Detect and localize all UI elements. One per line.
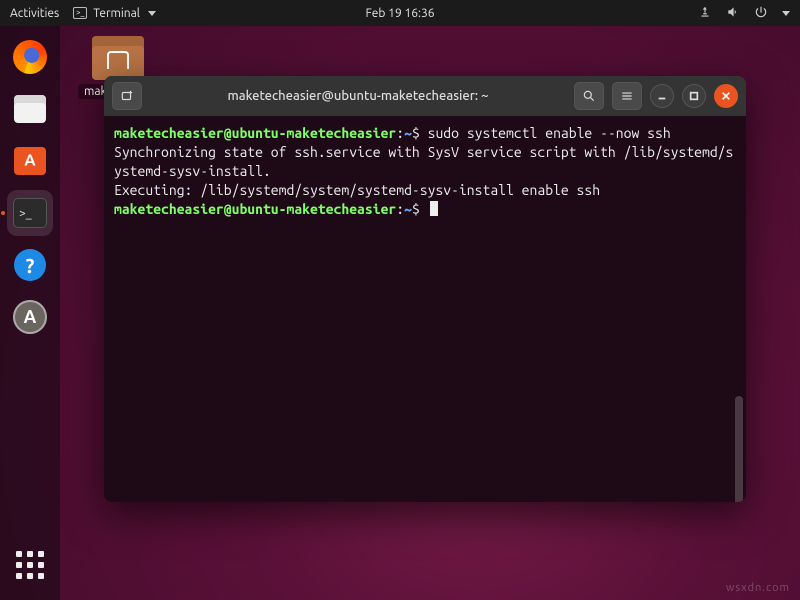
command-1: sudo systemctl enable --now ssh	[428, 125, 671, 141]
hamburger-icon	[620, 89, 634, 103]
new-tab-button[interactable]	[112, 82, 142, 110]
dock-software[interactable]	[7, 138, 53, 184]
search-button[interactable]	[574, 82, 604, 110]
prompt-colon: :	[396, 201, 404, 217]
prompt-at: @	[224, 125, 232, 141]
clock[interactable]: Feb 19 16:36	[365, 7, 434, 20]
maximize-button[interactable]	[682, 84, 706, 108]
scrollbar[interactable]	[735, 396, 743, 502]
close-icon	[721, 91, 731, 101]
top-bar: Activities >_ Terminal Feb 19 16:36	[0, 0, 800, 26]
window-title: maketecheasier@ubuntu-maketecheasier: ~	[150, 89, 566, 103]
terminal-window: maketecheasier@ubuntu-maketecheasier: ~ …	[104, 76, 746, 502]
dock-files[interactable]	[7, 86, 53, 132]
software-updater-icon: A	[13, 300, 47, 334]
prompt-host: ubuntu-maketecheasier	[232, 125, 397, 141]
firefox-icon	[13, 40, 47, 74]
activities-button[interactable]: Activities	[10, 7, 59, 20]
dock: >_ ? A	[0, 26, 60, 600]
files-icon	[14, 95, 46, 123]
app-indicator-label: Terminal	[93, 7, 140, 20]
prompt-path: ~	[404, 201, 412, 217]
dock-updater[interactable]: A	[7, 294, 53, 340]
maximize-icon	[689, 91, 699, 101]
terminal-icon: >_	[13, 198, 47, 228]
output-2: Executing: /lib/systemd/system/systemd-s…	[114, 182, 600, 198]
chevron-down-icon	[148, 11, 156, 16]
prompt-user: maketecheasier	[114, 125, 224, 141]
prompt-path: ~	[404, 125, 412, 141]
hamburger-menu-button[interactable]	[612, 82, 642, 110]
app-indicator[interactable]: >_ Terminal	[73, 7, 156, 20]
help-icon: ?	[14, 249, 46, 281]
prompt-colon: :	[396, 125, 404, 141]
minimize-icon	[657, 91, 667, 101]
dock-terminal[interactable]: >_	[7, 190, 53, 236]
prompt-symbol: $	[412, 201, 420, 217]
search-icon	[582, 89, 596, 103]
show-applications-button[interactable]	[7, 542, 53, 588]
power-icon[interactable]	[754, 5, 768, 22]
minimize-button[interactable]	[650, 84, 674, 108]
prompt-user: maketecheasier	[114, 201, 224, 217]
prompt-symbol: $	[412, 125, 420, 141]
home-folder-icon	[92, 36, 144, 80]
system-menu-chevron-icon[interactable]	[782, 11, 790, 16]
new-tab-icon	[120, 89, 134, 103]
network-icon[interactable]	[698, 5, 712, 22]
terminal-icon: >_	[73, 7, 87, 19]
prompt-host: ubuntu-maketecheasier	[232, 201, 397, 217]
volume-icon[interactable]	[726, 5, 740, 22]
software-store-icon	[14, 147, 46, 175]
close-button[interactable]	[714, 84, 738, 108]
output-1: Synchronizing state of ssh.service with …	[114, 144, 733, 179]
terminal-body[interactable]: maketecheasier@ubuntu-maketecheasier:~$ …	[104, 116, 746, 502]
cursor	[430, 201, 438, 216]
window-titlebar[interactable]: maketecheasier@ubuntu-maketecheasier: ~	[104, 76, 746, 116]
dock-firefox[interactable]	[7, 34, 53, 80]
prompt-at: @	[224, 201, 232, 217]
watermark: wsxdn.com	[726, 582, 790, 594]
dock-help[interactable]: ?	[7, 242, 53, 288]
